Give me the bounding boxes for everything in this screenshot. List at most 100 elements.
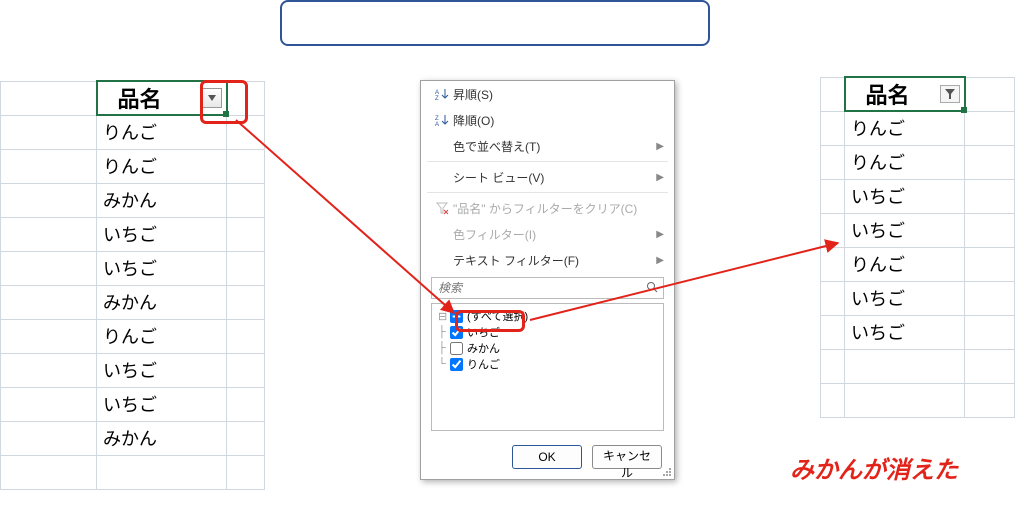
cell[interactable]: りんご xyxy=(97,319,227,353)
search-input[interactable] xyxy=(432,281,641,295)
cell-empty[interactable] xyxy=(1,81,97,115)
cell[interactable]: いちご xyxy=(97,353,227,387)
menu-label: テキスト フィルター(F) xyxy=(453,252,656,269)
table-row: みかん xyxy=(1,285,265,319)
search-icon[interactable] xyxy=(641,281,663,296)
table-row: 品名 xyxy=(1,81,265,115)
chevron-right-icon: ▶ xyxy=(656,172,664,183)
chevron-right-icon: ▶ xyxy=(656,229,664,240)
table-row xyxy=(821,349,1015,383)
menu-label: 降順(O) xyxy=(453,112,664,129)
spreadsheet-after: 品名 りんご りんご いちご いちご りんご いちご いちご xyxy=(820,76,1015,418)
menu-color-filter: 色フィルター(I) ▶ xyxy=(421,221,674,247)
selection-handle[interactable] xyxy=(961,107,967,113)
cell[interactable]: いちご xyxy=(845,281,965,315)
checkbox[interactable] xyxy=(450,358,463,371)
column-header-label: 品名 xyxy=(866,83,910,108)
check-label: (すべて選択) xyxy=(467,308,528,324)
table-row: りんご xyxy=(821,145,1015,179)
cell[interactable]: りんご xyxy=(97,115,227,149)
menu-sheet-view[interactable]: シート ビュー(V) ▶ xyxy=(421,164,674,190)
popup-button-bar: OK キャンセル xyxy=(421,437,674,479)
cell[interactable]: いちご xyxy=(845,179,965,213)
table-row: りんご xyxy=(1,115,265,149)
menu-label: 昇順(S) xyxy=(453,86,664,103)
cell[interactable]: いちご xyxy=(97,217,227,251)
check-label: みかん xyxy=(467,340,500,356)
cell-empty[interactable] xyxy=(965,77,1015,111)
table-row: りんご xyxy=(821,111,1015,145)
menu-label: "品名" からフィルターをクリア(C) xyxy=(453,200,664,217)
search-box xyxy=(431,277,664,299)
table-row: いちご xyxy=(1,353,265,387)
filter-checklist: ⊟ (すべて選択) ├ いちご ├ みかん └ りんご xyxy=(431,303,664,431)
cell-empty[interactable] xyxy=(227,81,265,115)
svg-text:A: A xyxy=(435,122,439,127)
cell[interactable]: みかん xyxy=(97,285,227,319)
spreadsheet-before: 品名 りんご りんご みかん いちご いちご みかん りんご いちご いちご み… xyxy=(0,80,265,490)
ok-button[interactable]: OK xyxy=(512,445,582,469)
check-label: りんご xyxy=(467,356,500,372)
menu-text-filter[interactable]: テキスト フィルター(F) ▶ xyxy=(421,247,674,273)
cancel-button[interactable]: キャンセル xyxy=(592,445,662,469)
table-row: りんご xyxy=(1,319,265,353)
table-row: りんご xyxy=(1,149,265,183)
sort-asc-icon: AZ xyxy=(431,87,453,101)
cell[interactable]: りんご xyxy=(845,111,965,145)
column-header[interactable]: 品名 xyxy=(845,77,965,111)
funnel-icon xyxy=(944,88,956,100)
cell[interactable]: りんご xyxy=(97,149,227,183)
checkbox[interactable] xyxy=(450,326,463,339)
menu-sort-by-color[interactable]: 色で並べ替え(T) ▶ xyxy=(421,133,674,159)
menu-clear-filter: "品名" からフィルターをクリア(C) xyxy=(421,195,674,221)
table-row: いちご xyxy=(821,213,1015,247)
separator xyxy=(427,161,668,162)
column-header-label: 品名 xyxy=(104,82,162,114)
cell[interactable]: いちご xyxy=(845,213,965,247)
menu-label: 色で並べ替え(T) xyxy=(453,138,656,155)
svg-text:Z: Z xyxy=(435,96,439,101)
table-row: いちご xyxy=(821,281,1015,315)
cell[interactable]: みかん xyxy=(97,421,227,455)
cell[interactable]: いちご xyxy=(97,251,227,285)
annotation-caption: みかんが消えた xyxy=(790,450,958,485)
menu-sort-asc[interactable]: AZ 昇順(S) xyxy=(421,81,674,107)
separator xyxy=(427,192,668,193)
cell-empty[interactable] xyxy=(821,77,845,111)
table-row: 品名 xyxy=(821,77,1015,111)
table-row: みかん xyxy=(1,421,265,455)
resize-grip-icon[interactable] xyxy=(660,465,672,477)
menu-sort-desc[interactable]: ZA 降順(O) xyxy=(421,107,674,133)
table-row: いちご xyxy=(821,315,1015,349)
table-row: いちご xyxy=(1,217,265,251)
check-select-all[interactable]: ⊟ (すべて選択) xyxy=(438,308,657,324)
cell[interactable]: りんご xyxy=(845,145,965,179)
annotation-box xyxy=(280,0,710,46)
chevron-right-icon: ▶ xyxy=(656,141,664,152)
checkbox[interactable] xyxy=(450,310,463,323)
table-row: いちご xyxy=(1,387,265,421)
checkbox[interactable] xyxy=(450,342,463,355)
selection-handle[interactable] xyxy=(223,111,229,117)
column-header[interactable]: 品名 xyxy=(97,81,227,115)
filter-dropdown-button[interactable] xyxy=(202,88,222,108)
check-item[interactable]: ├ みかん xyxy=(438,340,657,356)
menu-label: 色フィルター(I) xyxy=(453,226,656,243)
filter-popup: AZ 昇順(S) ZA 降順(O) 色で並べ替え(T) ▶ シート ビュー(V)… xyxy=(420,80,675,480)
cell[interactable]: いちご xyxy=(97,387,227,421)
table-row: いちご xyxy=(821,179,1015,213)
chevron-down-icon xyxy=(208,95,216,101)
check-label: いちご xyxy=(467,324,500,340)
check-item[interactable]: ├ いちご xyxy=(438,324,657,340)
table-row: いちご xyxy=(1,251,265,285)
menu-label: シート ビュー(V) xyxy=(453,169,656,186)
cell[interactable]: いちご xyxy=(845,315,965,349)
chevron-right-icon: ▶ xyxy=(656,255,664,266)
cell[interactable]: りんご xyxy=(845,247,965,281)
table-row: みかん xyxy=(1,183,265,217)
table-row xyxy=(821,383,1015,417)
check-item[interactable]: └ りんご xyxy=(438,356,657,372)
cell[interactable]: みかん xyxy=(97,183,227,217)
filter-active-button[interactable] xyxy=(940,85,960,103)
table-row: りんご xyxy=(821,247,1015,281)
